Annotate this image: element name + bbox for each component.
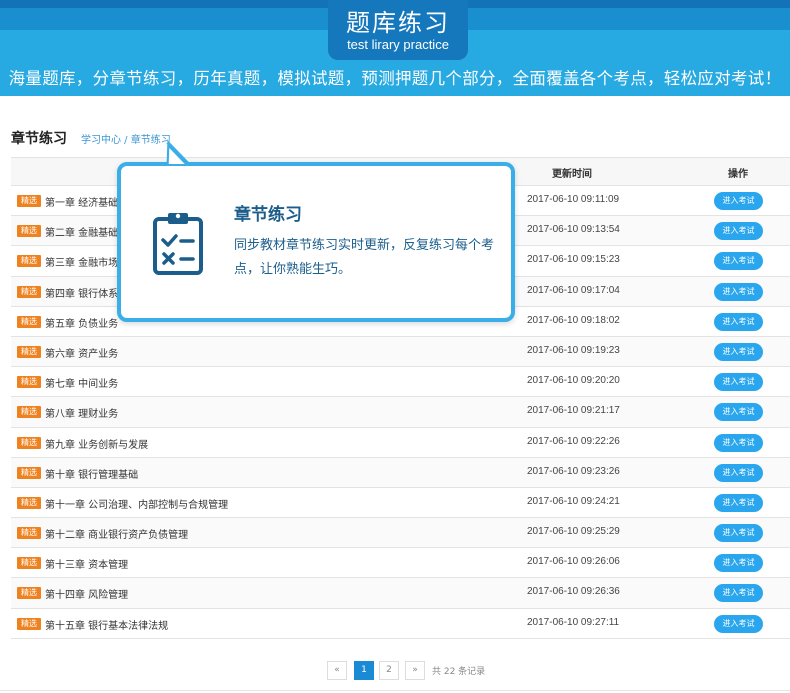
- page-subtitle: test lirary practice: [347, 37, 449, 52]
- featured-tag: 精选: [17, 466, 41, 479]
- update-time: 2017-06-10 09:20:20: [527, 375, 620, 387]
- prev-page-button[interactable]: «: [327, 661, 347, 680]
- chapter-name[interactable]: 第六章 资产业务: [45, 345, 118, 360]
- chapter-name[interactable]: 第十章 银行管理基础: [45, 466, 138, 481]
- chapter-name[interactable]: 第十三章 资本管理: [45, 556, 128, 571]
- featured-tag: 精选: [17, 255, 41, 268]
- clipboard-checklist-icon: [150, 210, 206, 276]
- update-time: 2017-06-10 09:18:02: [527, 314, 620, 326]
- featured-tag: 精选: [17, 436, 41, 449]
- chapter-name[interactable]: 第七章 中间业务: [45, 375, 118, 390]
- chapter-name[interactable]: 第二章 金融基础: [45, 224, 118, 239]
- slogan: 海量题库，分章节练习，历年真题，模拟试题，预测押题几个部分，全面覆盖各个考点，轻…: [8, 69, 782, 88]
- enter-exam-button[interactable]: 进入考试: [714, 342, 763, 361]
- enter-exam-button[interactable]: 进入考试: [714, 403, 763, 422]
- table-row: 精选 第十五章 银行基本法律法规 2017-06-10 09:27:11 进入考试: [11, 609, 790, 639]
- enter-exam-button[interactable]: 进入考试: [714, 222, 763, 241]
- enter-exam-button[interactable]: 进入考试: [714, 463, 763, 482]
- update-time: 2017-06-10 09:27:11: [527, 616, 620, 628]
- featured-tag: 精选: [17, 527, 41, 540]
- chapter-name[interactable]: 第十二章 商业银行资产负债管理: [45, 526, 188, 541]
- table-row: 精选 第七章 中间业务 2017-06-10 09:20:20 进入考试: [11, 367, 790, 398]
- featured-tag: 精选: [17, 557, 41, 570]
- chapter-name[interactable]: 第八章 理财业务: [45, 405, 118, 420]
- title-tab: 题库练习 test lirary practice: [328, 0, 468, 60]
- update-time: 2017-06-10 09:11:09: [527, 194, 620, 205]
- update-time: 2017-06-10 09:26:06: [527, 556, 620, 568]
- footer-divider: [0, 690, 790, 691]
- chapter-name[interactable]: 第四章 银行体系: [45, 285, 118, 300]
- enter-exam-button[interactable]: 进入考试: [714, 554, 763, 573]
- chapter-name[interactable]: 第十一章 公司治理、内部控制与合规管理: [45, 496, 228, 511]
- page-title: 题库练习: [346, 9, 450, 37]
- enter-exam-button[interactable]: 进入考试: [714, 614, 763, 633]
- enter-exam-button[interactable]: 进入考试: [714, 433, 763, 452]
- chapter-name[interactable]: 第三章 金融市场: [45, 254, 118, 269]
- update-time: 2017-06-10 09:26:36: [527, 586, 620, 598]
- chapter-name[interactable]: 第一章 经济基础: [45, 194, 118, 209]
- table-row: 精选 第六章 资产业务 2017-06-10 09:19:23 进入考试: [11, 336, 790, 368]
- featured-tag: 精选: [17, 496, 41, 509]
- chapter-name[interactable]: 第十五章 银行基本法律法规: [45, 617, 168, 632]
- featured-tag: 精选: [17, 587, 41, 600]
- enter-exam-button[interactable]: 进入考试: [714, 192, 763, 210]
- table-row: 精选 第十三章 资本管理 2017-06-10 09:26:06 进入考试: [11, 548, 790, 579]
- next-page-button[interactable]: »: [405, 661, 425, 680]
- update-time: 2017-06-10 09:17:04: [527, 284, 620, 296]
- enter-exam-button[interactable]: 进入考试: [714, 524, 763, 543]
- update-time: 2017-06-10 09:25:29: [527, 526, 620, 538]
- update-time: 2017-06-10 09:24:21: [527, 495, 620, 507]
- featured-tag: 精选: [17, 345, 41, 358]
- featured-tag: 精选: [17, 285, 41, 298]
- table-row: 精选 第十二章 商业银行资产负债管理 2017-06-10 09:25:29 进入考试: [11, 518, 790, 549]
- table-row: 精选 第十四章 风险管理 2017-06-10 09:26:36 进入考试: [11, 578, 790, 609]
- callout-description: 同步教材章节练习实时更新，反复练习每个考点，让你熟能生巧。: [234, 238, 495, 277]
- chapter-name[interactable]: 第九章 业务创新与发展: [45, 436, 148, 451]
- column-header-time: 更新时间: [552, 169, 592, 180]
- table-row: 精选 第九章 业务创新与发展 2017-06-10 09:22:26 进入考试: [11, 428, 790, 458]
- featured-tag: 精选: [17, 315, 41, 328]
- page-2-button[interactable]: 2: [379, 661, 399, 680]
- column-header-action: 操作: [728, 169, 748, 180]
- page-1-button[interactable]: 1: [354, 661, 374, 680]
- enter-exam-button[interactable]: 进入考试: [714, 373, 763, 392]
- header-banner: 题库练习 test lirary practice 海量题库，分章节练习，历年真…: [0, 0, 790, 96]
- total-records: 共 22 条记录: [432, 667, 486, 677]
- enter-exam-button[interactable]: 进入考试: [714, 493, 763, 512]
- featured-tag: 精选: [17, 225, 41, 238]
- update-time: 2017-06-10 09:23:26: [527, 465, 620, 477]
- callout-popup: 章节练习 同步教材章节练习实时更新，反复练习每个考点，让你熟能生巧。: [117, 162, 515, 322]
- featured-tag: 精选: [17, 376, 41, 389]
- table-row: 精选 第八章 理财业务 2017-06-10 09:21:17 进入考试: [11, 397, 790, 428]
- update-time: 2017-06-10 09:13:54: [527, 224, 620, 236]
- enter-exam-button[interactable]: 进入考试: [714, 584, 763, 603]
- update-time: 2017-06-10 09:19:23: [527, 344, 620, 356]
- enter-exam-button[interactable]: 进入考试: [714, 312, 763, 331]
- table-row: 精选 第十一章 公司治理、内部控制与合规管理 2017-06-10 09:24:21…: [11, 488, 790, 519]
- callout-title: 章节练习: [234, 205, 302, 225]
- enter-exam-button[interactable]: 进入考试: [714, 252, 763, 271]
- chapter-name[interactable]: 第五章 负债业务: [45, 315, 118, 330]
- enter-exam-button[interactable]: 进入考试: [714, 282, 763, 301]
- featured-tag: 精选: [17, 617, 41, 630]
- featured-tag: 精选: [17, 195, 41, 207]
- update-time: 2017-06-10 09:22:26: [527, 435, 620, 447]
- featured-tag: 精选: [17, 406, 41, 419]
- update-time: 2017-06-10 09:15:23: [527, 254, 620, 266]
- section-title: 章节练习: [11, 131, 67, 147]
- update-time: 2017-06-10 09:21:17: [527, 405, 620, 417]
- table-row: 精选 第十章 银行管理基础 2017-06-10 09:23:26 进入考试: [11, 457, 790, 488]
- chapter-name[interactable]: 第十四章 风险管理: [45, 586, 128, 601]
